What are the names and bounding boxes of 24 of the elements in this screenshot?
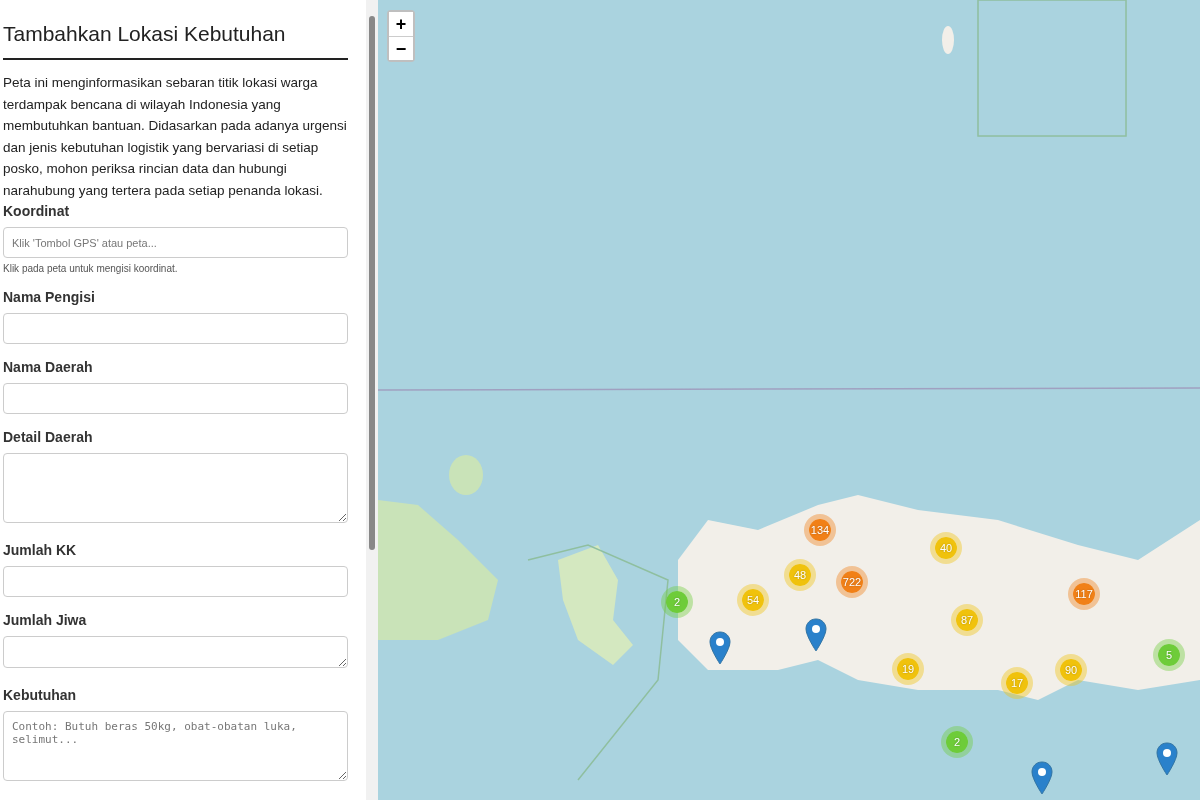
input-field[interactable]: [3, 313, 348, 344]
zoom-out-button[interactable]: −: [389, 36, 413, 60]
map-pin-icon[interactable]: [1156, 742, 1178, 776]
input-field[interactable]: [3, 383, 348, 414]
field-label: Jumlah Jiwa: [3, 611, 88, 630]
field-label: Nama Pengisi: [3, 288, 96, 307]
description-text: Peta ini menginformasikan sebaran titik lokasi warga terdampak bencana di wilayah Indonesia yang membutuhkan bantuan. Didasarkan pada adanya urgensi dan jenis kebutuhan logistik yang bervariasi di setiap posko, mohon periksa rincian data dan hubungi narahubung yang tertera pada setiap penanda lokasi.: [3, 74, 348, 200]
field-label: Detail Daerah: [3, 428, 94, 447]
text-area[interactable]: [3, 636, 348, 668]
input-field[interactable]: [3, 566, 348, 597]
text-area[interactable]: [3, 453, 348, 523]
map-pin-icon[interactable]: [1031, 761, 1053, 795]
scrollbar[interactable]: [366, 0, 378, 800]
map-pin-icon[interactable]: [805, 618, 827, 652]
field-label: Kebutuhan: [3, 686, 78, 705]
map-pin-icon[interactable]: [709, 631, 731, 665]
field-label: Koordinat: [3, 202, 71, 221]
input-field[interactable]: Klik 'Tombol GPS' atau peta...: [3, 227, 348, 258]
text-area[interactable]: Contoh: Butuh beras 50kg, obat-obatan luka, selimut...: [3, 711, 348, 781]
scrollbar-thumb[interactable]: [369, 16, 375, 550]
field-label: Nama Daerah: [3, 358, 94, 377]
form-title: Tambahkan Lokasi Kebutuhan: [3, 22, 348, 60]
field-label: Jumlah KK: [3, 541, 78, 560]
field-hint: Klik pada peta untuk mengisi koordinat.: [3, 263, 179, 274]
